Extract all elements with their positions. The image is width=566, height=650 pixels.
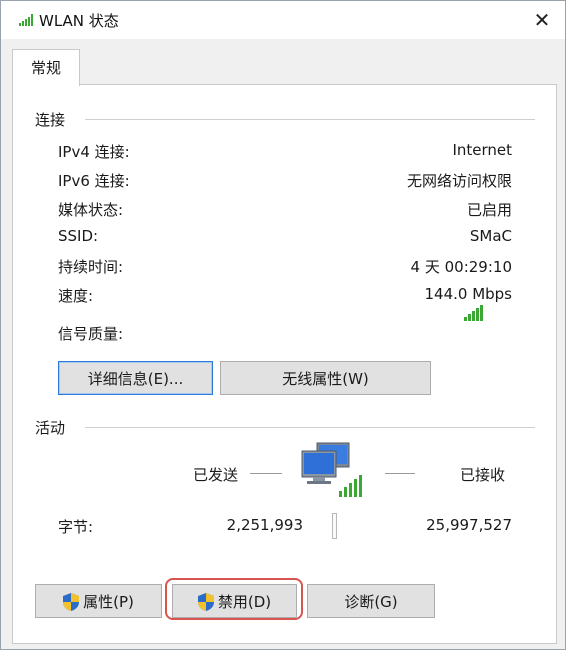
diagnose-button[interactable]: 诊断(G) — [307, 584, 435, 618]
activity-divider — [85, 427, 535, 428]
uac-shield-icon — [63, 593, 80, 611]
general-panel: 连接 IPv4 连接: Internet IPv6 连接: 无网络访问权限 媒体… — [12, 84, 557, 644]
properties-button-label: 属性(P) — [83, 593, 134, 611]
disable-button[interactable]: 禁用(D) — [172, 584, 297, 618]
ipv6-value: 无网络访问权限 — [406, 172, 512, 190]
media-state-value: 已启用 — [466, 201, 512, 219]
ssid-value: SMaC — [469, 227, 512, 245]
signal-quality-label: 信号质量: — [58, 325, 124, 343]
close-button[interactable]: ✕ — [519, 1, 565, 39]
close-icon: ✕ — [533, 8, 551, 32]
ipv4-label: IPv4 连接: — [58, 143, 130, 161]
wireless-properties-button[interactable]: 无线属性(W) — [220, 361, 431, 395]
speed-label: 速度: — [58, 287, 94, 305]
diagnose-button-label: 诊断(G) — [344, 593, 398, 611]
speed-value: 144.0 Mbps — [424, 285, 512, 303]
signal-quality-icon — [464, 305, 483, 321]
ipv4-value: Internet — [452, 141, 512, 159]
sent-label: 已发送 — [193, 466, 239, 484]
details-button-label: 详细信息(E)... — [87, 370, 184, 388]
ipv6-label: IPv6 连接: — [58, 172, 130, 190]
sent-line — [250, 473, 282, 474]
network-computers-icon — [301, 442, 362, 497]
wifi-signal-icon — [19, 14, 33, 26]
wireless-properties-label: 无线属性(W) — [282, 370, 369, 388]
tab-general[interactable]: 常规 — [12, 49, 80, 86]
details-button[interactable]: 详细信息(E)... — [58, 361, 213, 395]
wlan-status-window: WLAN 状态 ✕ 常规 连接 IPv4 连接: Internet IPv6 连… — [0, 0, 566, 650]
title-bar[interactable]: WLAN 状态 ✕ — [1, 1, 565, 39]
received-line — [385, 473, 415, 474]
media-state-label: 媒体状态: — [58, 201, 124, 219]
disable-button-label: 禁用(D) — [217, 593, 272, 611]
bytes-sent-value: 2,251,993 — [226, 516, 303, 534]
duration-value: 4 天 00:29:10 — [410, 258, 512, 276]
bytes-label: 字节: — [58, 518, 94, 536]
uac-shield-icon — [197, 593, 214, 611]
connection-divider — [85, 119, 535, 120]
connection-group-label: 连接 — [35, 111, 66, 129]
activity-group-label: 活动 — [35, 419, 66, 437]
duration-label: 持续时间: — [58, 258, 124, 276]
bytes-received-value: 25,997,527 — [426, 516, 512, 534]
window-title: WLAN 状态 — [39, 12, 119, 30]
tab-general-label: 常规 — [30, 59, 61, 77]
activity-separator — [332, 513, 337, 539]
received-label: 已接收 — [460, 466, 506, 484]
ssid-label: SSID: — [58, 227, 99, 245]
properties-button[interactable]: 属性(P) — [35, 584, 162, 618]
